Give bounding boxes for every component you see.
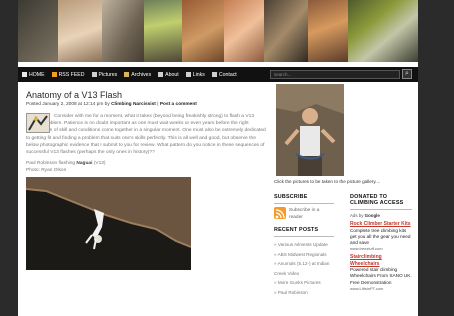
post-photo[interactable] [26, 177, 191, 271]
blog-page: HOME RSS FEED Pictures Archives About Li… [18, 0, 418, 316]
info-icon [158, 72, 164, 77]
nav-label: About [165, 71, 179, 78]
subscribe-text: Subscribe in a reader [289, 208, 320, 220]
rss-icon [274, 207, 286, 219]
recent-post-link[interactable]: » More Gunks Pictures [274, 278, 334, 288]
recent-posts-heading: RECENT POSTS [274, 227, 319, 233]
banner-photo [58, 0, 102, 62]
nav-label: Pictures [98, 71, 118, 78]
climber-portrait [276, 84, 344, 176]
nav-archives[interactable]: Archives [124, 72, 151, 78]
post-thumbnail [26, 113, 50, 133]
nav-label: Contact [218, 71, 237, 78]
post-author-link[interactable]: Climbing Narcissist [111, 102, 156, 107]
sidebar-gallery-photo[interactable] [276, 84, 344, 176]
recent-post-link[interactable]: » ABS Midwest Regionals [274, 250, 334, 260]
recent-post-title: Paul Robinson [277, 289, 308, 295]
ad-title-link[interactable]: Stairclimbing Wheelchairs [350, 254, 412, 267]
caption-grade: (V13) [93, 161, 106, 167]
post-text: Consider with me for a moment, what it t… [26, 114, 266, 156]
ad-body: Complete tree climbing kits get you all … [350, 227, 411, 245]
caption-problem: Naguai [76, 161, 93, 167]
meta-separator: | [157, 102, 159, 107]
recent-post-title: More Gunks Pictures [277, 280, 321, 285]
home-icon [22, 72, 27, 77]
post-title[interactable]: Anatomy of a V13 Flash [26, 90, 266, 100]
nav-bar: HOME RSS FEED Pictures Archives About Li… [18, 67, 418, 82]
nav-about[interactable]: About [158, 72, 179, 78]
ad-body: Powered stair climbing Wheelchairs From … [350, 267, 412, 285]
recent-post-title: Anurnals (5.12-) at Indian Creek Video [274, 261, 330, 276]
search-button[interactable]: ⌕ [402, 69, 412, 79]
banner-photo [182, 0, 224, 62]
ads-by-google[interactable]: Ads by Google [350, 213, 412, 218]
search-input[interactable]: search... [270, 70, 400, 79]
climbing-photo [26, 177, 191, 271]
nav-label: Archives [131, 71, 152, 78]
recent-post-title: Various Ailments Update [277, 242, 328, 247]
photo-caption: Paul Robinson flashing Naguai (V13) [26, 161, 266, 166]
donate-heading: DONATED TO CLIMBING ACCESS [350, 194, 404, 206]
post-body: Consider with me for a moment, what it t… [26, 113, 266, 271]
banner-photo [348, 0, 418, 62]
post-comment-link[interactable]: Post a comment [160, 102, 197, 107]
nav-label: RSS FEED [58, 71, 85, 78]
subscribe-heading: SUBSCRIBE [274, 194, 308, 200]
banner-photo [308, 0, 348, 62]
nav-label: HOME [29, 71, 45, 78]
banner-photo [264, 0, 308, 62]
recent-post-title: ABS Midwest Regionals [277, 251, 327, 257]
climber-icon [28, 115, 48, 131]
divider [350, 209, 412, 210]
mail-icon [211, 72, 217, 77]
nav-pictures[interactable]: Pictures [91, 71, 118, 78]
gallery-caption: Click the pictures to be taken to the pi… [274, 179, 381, 184]
ads-by-label: Ads by [350, 213, 364, 218]
subscribe-link[interactable]: Subscribe in a reader [274, 207, 334, 221]
nav-rss-feed[interactable]: RSS FEED [51, 71, 85, 78]
recent-post-link[interactable]: » Paul Robinson [274, 288, 334, 298]
recent-post-link[interactable]: » Anurnals (5.12-) at Indian Creek Video [274, 259, 334, 278]
banner-photo [18, 0, 58, 62]
ad-url[interactable]: www.treeztuff.com [350, 246, 412, 251]
caption-prefix: Paul Robinson flashing [26, 161, 76, 167]
google-logo: Google [364, 213, 380, 218]
header-banner[interactable] [18, 0, 418, 62]
divider [274, 236, 334, 237]
ad-title-link[interactable]: Rock Climber Starter Kits [350, 221, 412, 228]
photo-credit: Photo: Ryan Olson [26, 168, 67, 174]
nav-contact[interactable]: Contact [211, 71, 237, 78]
link-icon [185, 72, 191, 77]
divider [274, 203, 334, 204]
banner-photo [144, 0, 182, 62]
banner-photo [102, 0, 144, 62]
post-date: Posted January 2, 2008 at 12:14 pm by [26, 102, 110, 107]
search-icon: ⌕ [405, 70, 409, 77]
nav-links[interactable]: Links [185, 71, 205, 78]
post: Anatomy of a V13 Flash Posted January 2,… [26, 90, 266, 271]
ad-url[interactable]: www.LiftsinPT.com [350, 286, 412, 291]
nav-label: Links [192, 71, 205, 78]
image-icon [91, 72, 97, 77]
banner-photo [224, 0, 264, 62]
nav-home[interactable]: HOME [22, 72, 45, 78]
sidebar-right: DONATED TO CLIMBING ACCESS Ads by Google… [350, 194, 412, 291]
sidebar-left: SUBSCRIBE Subscribe in a reader RECENT P… [274, 194, 334, 297]
rss-icon [51, 72, 57, 77]
recent-post-link[interactable]: » Various Ailments Update [274, 240, 334, 250]
post-meta: Posted January 2, 2008 at 12:14 pm by Cl… [26, 102, 266, 107]
archive-icon [124, 72, 130, 77]
